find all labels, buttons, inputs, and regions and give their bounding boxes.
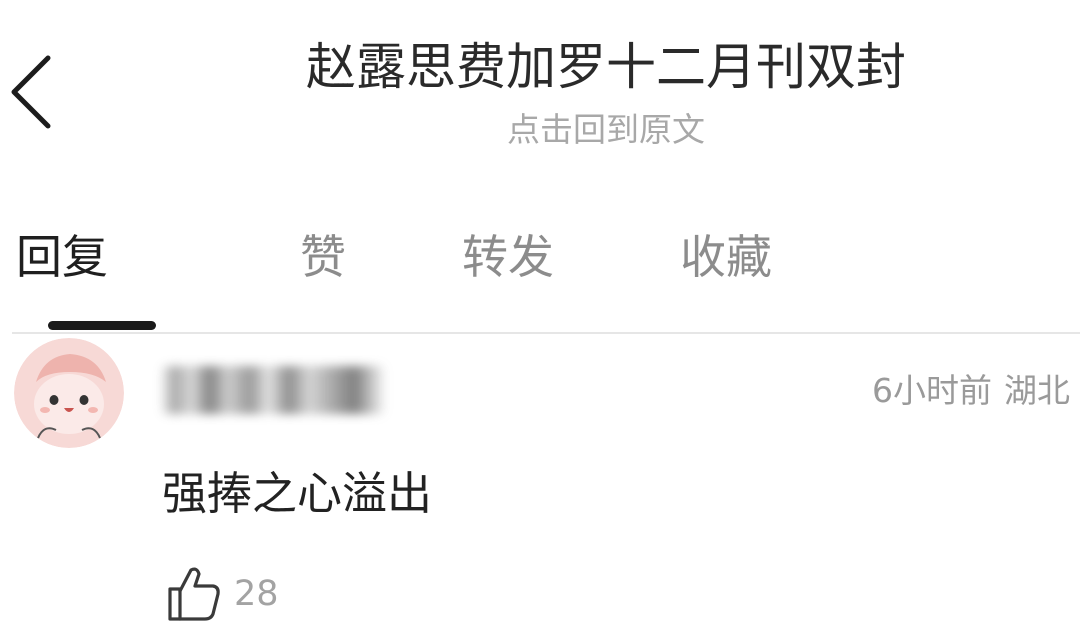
comment-time: 6小时前 [872, 371, 992, 410]
avatar[interactable] [14, 338, 124, 448]
like-button[interactable]: 28 [166, 560, 279, 628]
active-tab-indicator [48, 321, 156, 330]
page-title: 赵露思费加罗十二月刊双封 [306, 38, 906, 96]
comment-location: 湖北 [1004, 371, 1070, 410]
comment-text: 强捧之心溢出 [162, 467, 433, 520]
comment-meta: 6小时前 湖北 [872, 368, 1070, 414]
username-blurred[interactable] [160, 366, 386, 414]
back-to-original-link[interactable]: 点击回到原文 [300, 108, 912, 152]
tab-repost[interactable]: 转发 [462, 226, 554, 288]
tab-reply[interactable]: 回复 [16, 226, 108, 288]
chevron-left-icon [11, 55, 51, 129]
tab-like[interactable]: 赞 [300, 226, 346, 288]
tab-favorite[interactable]: 收藏 [680, 226, 772, 288]
thumbs-up-icon [168, 567, 220, 621]
tab-divider [12, 332, 1080, 334]
back-button[interactable] [4, 52, 60, 132]
like-count: 28 [234, 574, 279, 614]
